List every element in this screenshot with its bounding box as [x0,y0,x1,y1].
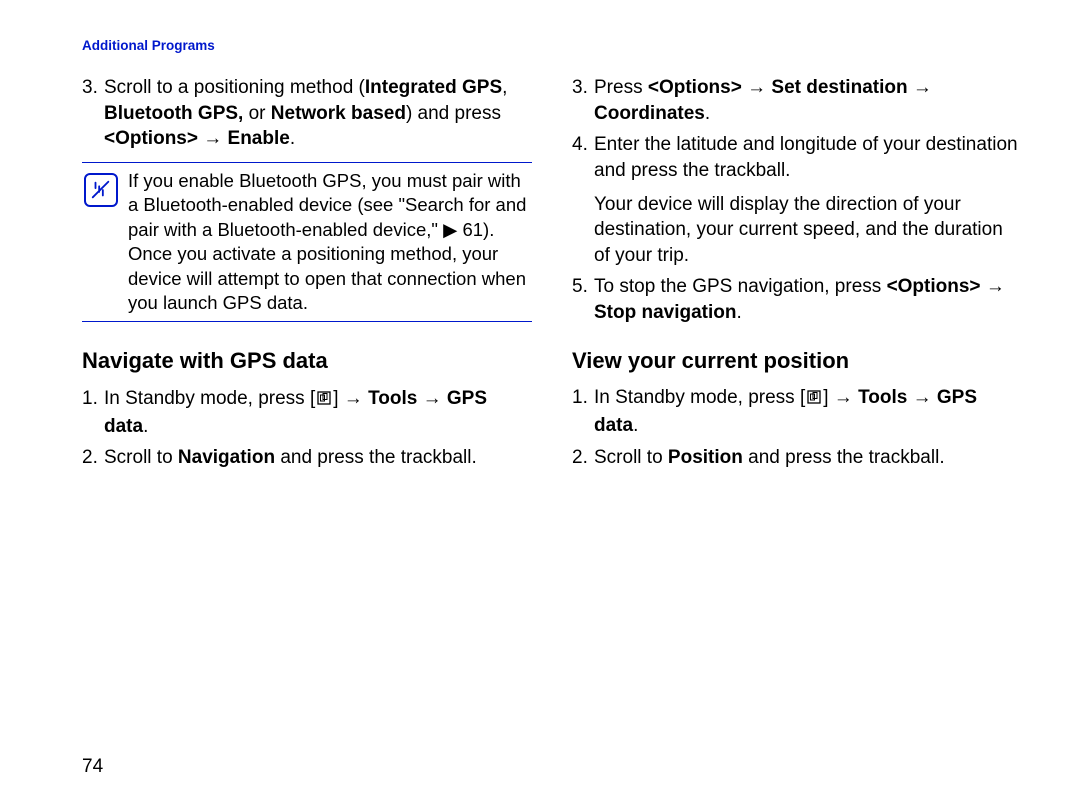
text: Your device will display the direction o… [594,192,1022,269]
triangle-icon: ▶ [443,219,457,240]
text: → [198,128,228,149]
note-icon [84,173,118,207]
nav-step-1: 1. In Standby mode, press [] → Tools → G… [82,386,532,439]
text: In Standby mode, press [ [104,388,315,409]
bold-options: <Options> [104,128,198,149]
bold-integrated-gps: Integrated GPS [365,77,502,98]
arrow-icon: → [913,387,932,408]
bold-navigation: Navigation [178,447,275,468]
right-step-4: 4. Enter the latitude and longitude of y… [572,132,1022,268]
step-body: Press <Options> → Set destination → Coor… [594,75,1022,126]
step-body: Scroll to Navigation and press the track… [104,445,477,471]
text: and press the trackball. [743,447,945,468]
step-body: In Standby mode, press [] → Tools → GPS … [104,386,532,439]
menu-key-icon [806,387,822,413]
text: . [290,128,295,149]
manual-page: Additional Programs 3. Scroll to a posit… [0,0,1080,810]
right-column: 3. Press <Options> → Set destination → C… [572,75,1022,477]
step-number: 1. [572,385,594,438]
text: Enter the latitude and longitude of your… [594,132,1022,183]
menu-key-icon [316,388,332,414]
step-number: 2. [572,445,594,471]
arrow-icon: → [913,77,932,98]
right-step-5: 5. To stop the GPS navigation, press <Op… [572,274,1022,325]
text: . [737,302,742,323]
bold-enable: Enable [228,128,290,149]
bold-tools: Tools [858,387,907,408]
text: ) and press [406,103,501,124]
text: Scroll to a positioning method ( [104,77,365,98]
arrow-icon: → [423,388,442,409]
arrow-icon: → [747,77,766,98]
step-body: In Standby mode, press [] → Tools → GPS … [594,385,1022,438]
bold-stop-navigation: Stop navigation [594,302,737,323]
arrow-icon: → [834,387,853,408]
page-number: 74 [82,756,103,778]
step-number: 5. [572,274,594,325]
step-number: 3. [82,75,104,152]
note-box: If you enable Bluetooth GPS, you must pa… [82,162,532,322]
text: , [502,77,507,98]
content-columns: 3. Scroll to a positioning method (Integ… [82,75,1022,477]
step-body: Scroll to Position and press the trackba… [594,445,945,471]
text: and press the trackball. [275,447,477,468]
bold-set-destination: Set destination [771,77,907,98]
heading-navigate: Navigate with GPS data [82,346,532,376]
step-body: To stop the GPS navigation, press <Optio… [594,274,1022,325]
view-step-2: 2. Scroll to Position and press the trac… [572,445,1022,471]
bold-bluetooth-gps: Bluetooth GPS, [104,103,243,124]
left-column: 3. Scroll to a positioning method (Integ… [82,75,532,477]
nav-step-2: 2. Scroll to Navigation and press the tr… [82,445,532,471]
bold-network-based: Network based [271,103,406,124]
step-number: 4. [572,132,594,268]
right-step-3: 3. Press <Options> → Set destination → C… [572,75,1022,126]
section-header: Additional Programs [82,38,1022,53]
step-body: Enter the latitude and longitude of your… [594,132,1022,268]
text: To stop the GPS navigation, press [594,276,887,297]
bold-options: <Options> [648,77,742,98]
arrow-icon: → [986,276,1005,297]
text: Press [594,77,648,98]
bold-coordinates: Coordinates [594,103,705,124]
text: ] [333,388,344,409]
step-number: 1. [82,386,104,439]
step-body: Scroll to a positioning method (Integrat… [104,75,532,152]
bold-options: <Options> [887,276,981,297]
text: . [633,415,638,436]
left-step-3: 3. Scroll to a positioning method (Integ… [82,75,532,152]
arrow-icon: → [344,388,363,409]
text: In Standby mode, press [ [594,387,805,408]
step-number: 3. [572,75,594,126]
step-number: 2. [82,445,104,471]
bold-tools: Tools [368,388,417,409]
text: Scroll to [104,447,178,468]
text: Scroll to [594,447,668,468]
heading-view-position: View your current position [572,346,1022,376]
bold-position: Position [668,447,743,468]
note-text: If you enable Bluetooth GPS, you must pa… [128,169,530,315]
text: ] [823,387,834,408]
view-step-1: 1. In Standby mode, press [] → Tools → G… [572,385,1022,438]
text: . [143,416,148,437]
text: . [705,103,710,124]
text: or [243,103,270,124]
